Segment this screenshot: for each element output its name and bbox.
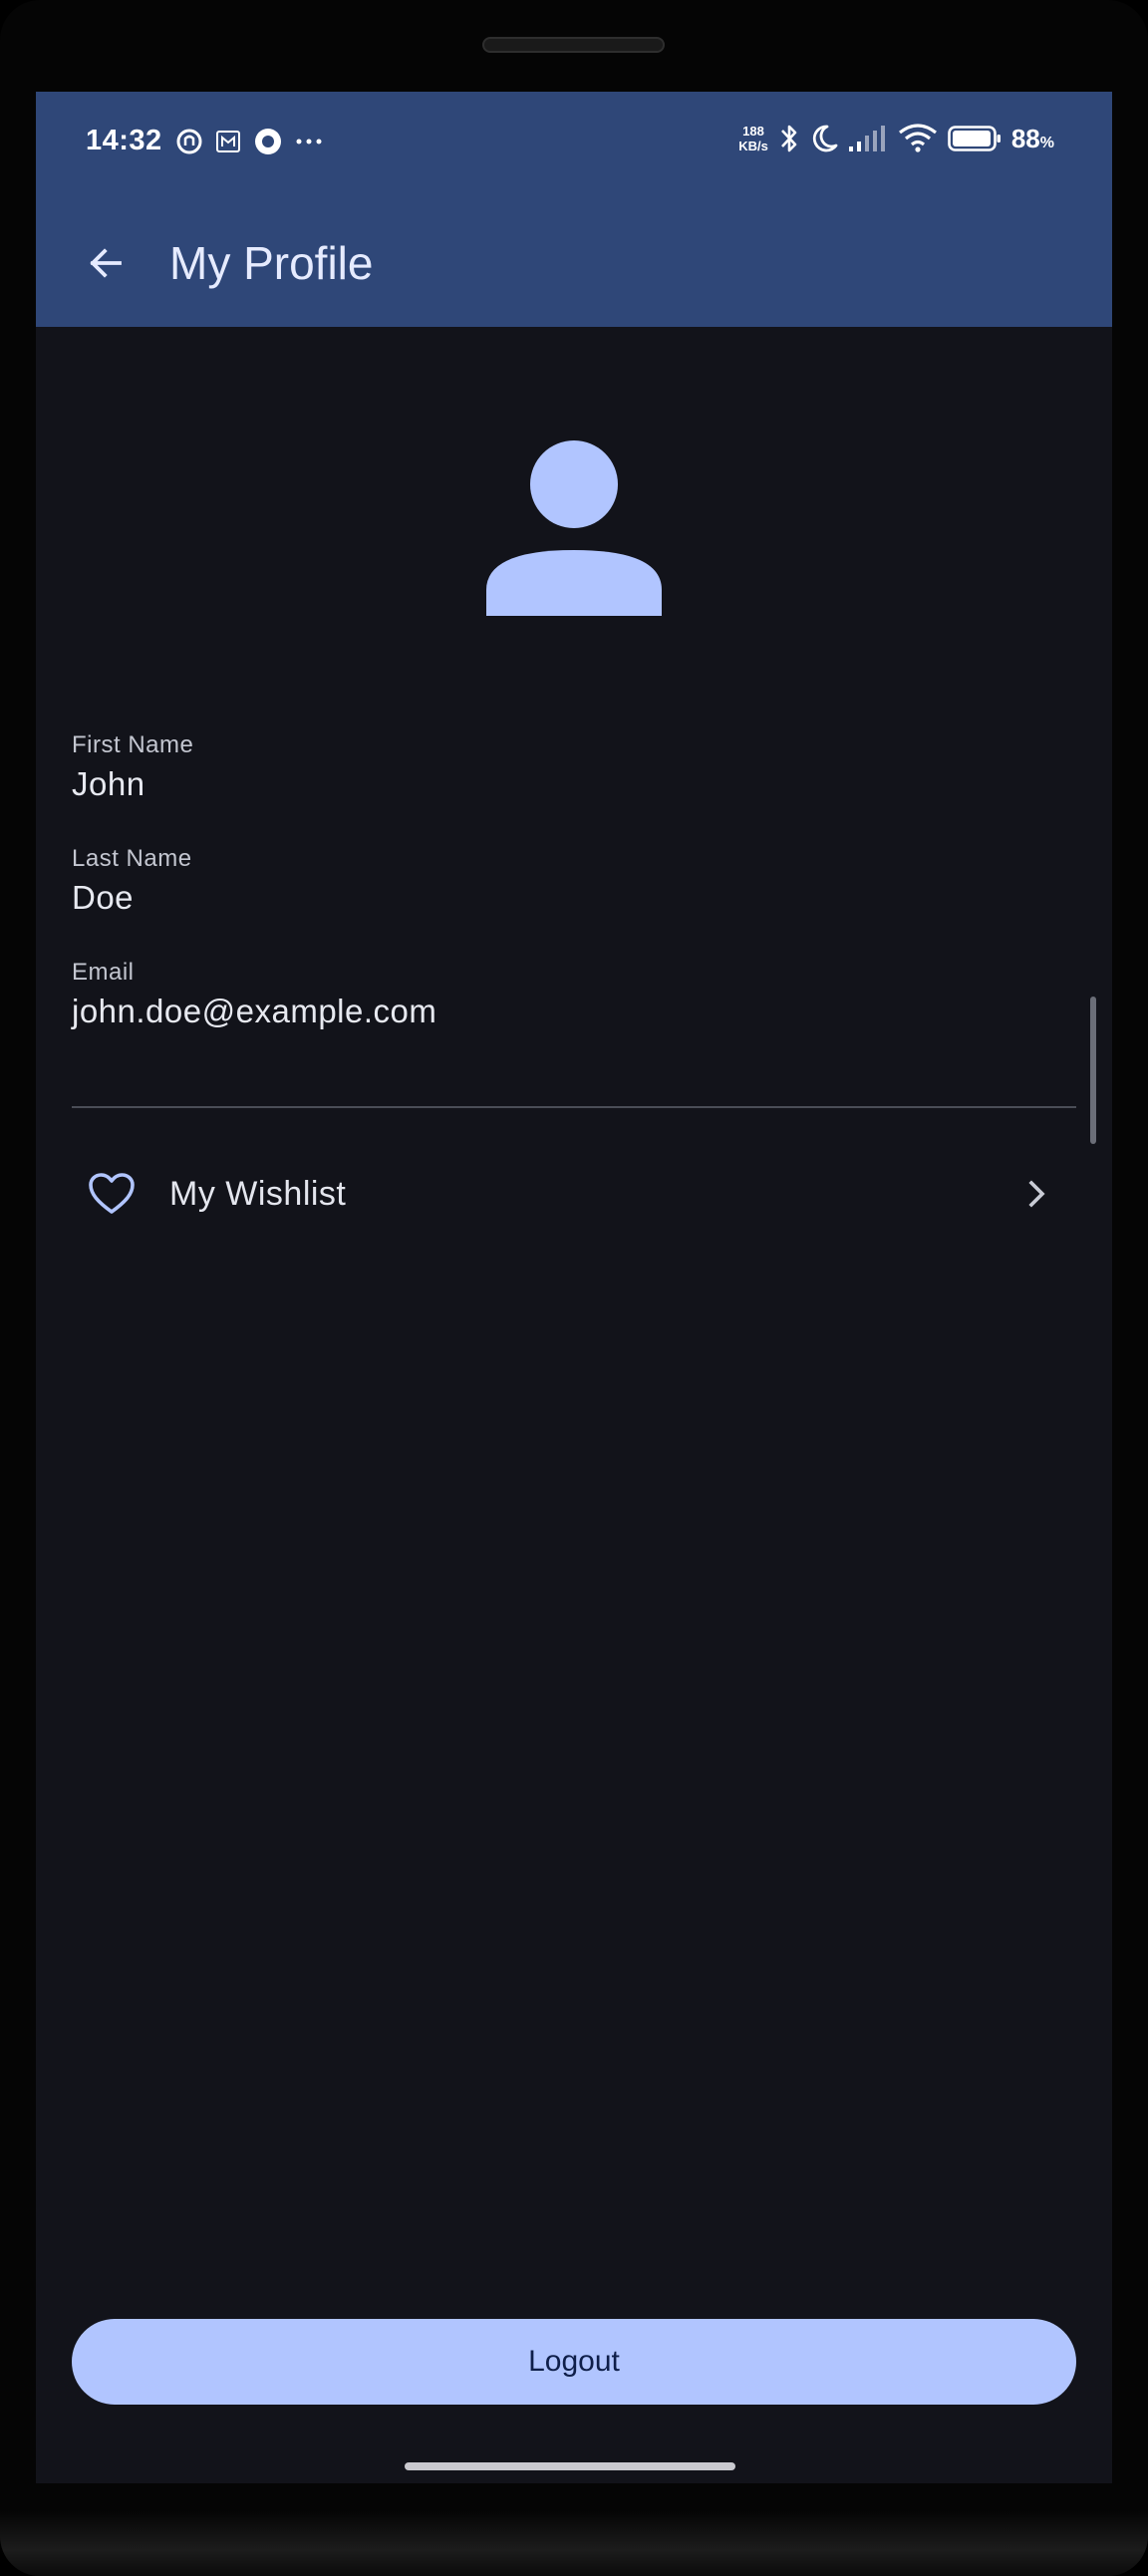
- screen: 14:32 188 KB/s 88% My Profile First Name…: [36, 92, 1112, 2483]
- swirl-app-icon: [176, 129, 202, 154]
- first-name-field: First Name John: [72, 731, 193, 803]
- signal-icon: [848, 125, 888, 152]
- last-name-label: Last Name: [72, 845, 192, 872]
- home-indicator[interactable]: [405, 2462, 735, 2470]
- more-notifications-icon: [296, 138, 322, 145]
- email-field: Email john.doe@example.com: [72, 959, 436, 1030]
- phone-frame: 14:32 188 KB/s 88% My Profile First Name…: [0, 0, 1148, 2576]
- person-icon: [486, 440, 662, 616]
- net-speed-unit: KB/s: [738, 139, 768, 153]
- last-name-field: Last Name Doe: [72, 845, 192, 917]
- wishlist-label: My Wishlist: [169, 1174, 347, 1213]
- status-bar: 14:32 188 KB/s 88%: [36, 92, 1112, 199]
- moon-icon: [810, 124, 838, 153]
- wishlist-menu-item[interactable]: My Wishlist: [36, 1134, 1112, 1254]
- battery-percent-sign: %: [1039, 134, 1054, 151]
- section-divider: [72, 1106, 1076, 1108]
- first-name-value: John: [72, 765, 145, 802]
- logout-button[interactable]: Logout: [72, 2319, 1076, 2405]
- heart-outline-icon: [88, 1170, 136, 1218]
- wifi-icon: [898, 124, 938, 153]
- bottom-bezel: [0, 2511, 1148, 2576]
- arrow-back-icon: [90, 248, 122, 278]
- earpiece-speaker: [482, 37, 665, 53]
- app-bar: 14:32 188 KB/s 88% My Profile: [36, 92, 1112, 327]
- chevron-right-icon: [1016, 1174, 1056, 1214]
- scrollbar[interactable]: [1090, 997, 1096, 1144]
- m-app-icon: [215, 130, 240, 152]
- battery-percent-value: 88: [1010, 123, 1040, 153]
- net-speed: 188 KB/s: [738, 124, 768, 153]
- battery-icon: [948, 126, 1002, 151]
- circle-record-icon: [254, 128, 282, 155]
- back-button[interactable]: [74, 231, 138, 295]
- status-left: 14:32: [86, 125, 322, 157]
- net-speed-value: 188: [742, 124, 764, 139]
- first-name-label: First Name: [72, 731, 194, 758]
- email-value: john.doe@example.com: [72, 993, 437, 1029]
- toolbar: My Profile: [36, 199, 1112, 327]
- page-title: My Profile: [169, 237, 374, 289]
- bluetooth-icon: [778, 122, 800, 155]
- battery-percent: 88%: [1011, 124, 1054, 154]
- status-clock: 14:32: [86, 125, 162, 156]
- email-label: Email: [72, 959, 135, 986]
- last-name-value: Doe: [72, 879, 135, 916]
- status-right: 188 KB/s 88%: [738, 122, 1054, 155]
- avatar: [486, 440, 662, 616]
